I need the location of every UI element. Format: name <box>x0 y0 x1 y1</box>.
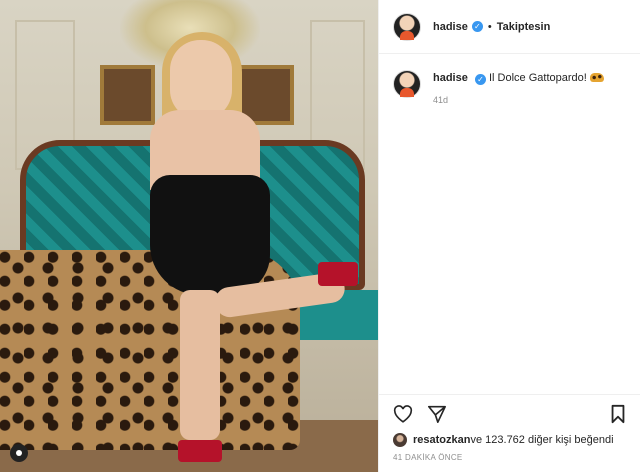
red-shoe <box>178 440 222 462</box>
header-separator: • <box>487 20 492 33</box>
caption-body: hadise ✓ Il Dolce Gattopardo! 41d <box>433 70 604 108</box>
header-username[interactable]: hadise <box>433 21 468 33</box>
painting <box>100 65 155 125</box>
woman-leg <box>180 290 220 440</box>
leopard-icon <box>589 73 604 82</box>
tagged-user-icon[interactable] <box>10 444 28 462</box>
avatar[interactable] <box>393 12 421 41</box>
direct-share-icon[interactable] <box>427 405 447 423</box>
likes-count-text[interactable]: ve 123.762 diğer kişi beğendi <box>470 434 613 446</box>
bookmark-icon[interactable] <box>610 404 626 424</box>
liked-by-username[interactable]: resatozkan <box>413 434 470 446</box>
heart-icon[interactable] <box>393 405 413 423</box>
post-footer: resatozkan ve 123.762 diğer kişi beğendi… <box>379 394 640 472</box>
caption-username[interactable]: hadise <box>433 72 468 84</box>
verified-badge-icon: ✓ <box>471 21 483 32</box>
likes-summary: resatozkan ve 123.762 diğer kişi beğendi <box>393 433 626 447</box>
post-header: hadise ✓ • Takiptesin <box>379 0 640 54</box>
caption-age[interactable]: 41d <box>433 92 604 108</box>
caption-text: Il Dolce Gattopardo! <box>488 72 587 84</box>
verified-badge-icon: ✓ <box>474 74 486 85</box>
post-timestamp[interactable]: 41 DAKİKA ÖNCE <box>393 453 626 462</box>
action-bar <box>393 403 626 425</box>
instagram-post: hadise ✓ • Takiptesin hadise ✓ Il Dolce … <box>0 0 640 472</box>
woman-face <box>170 40 232 120</box>
follow-status-button[interactable]: Takiptesin <box>497 21 551 33</box>
liker-avatar[interactable] <box>393 433 407 447</box>
caption: hadise ✓ Il Dolce Gattopardo! 41d <box>379 54 640 108</box>
red-shoe <box>318 262 358 286</box>
post-photo[interactable] <box>0 0 378 472</box>
black-dress <box>150 175 270 295</box>
caption-avatar[interactable] <box>393 70 421 98</box>
post-side-panel: hadise ✓ • Takiptesin hadise ✓ Il Dolce … <box>378 0 640 472</box>
